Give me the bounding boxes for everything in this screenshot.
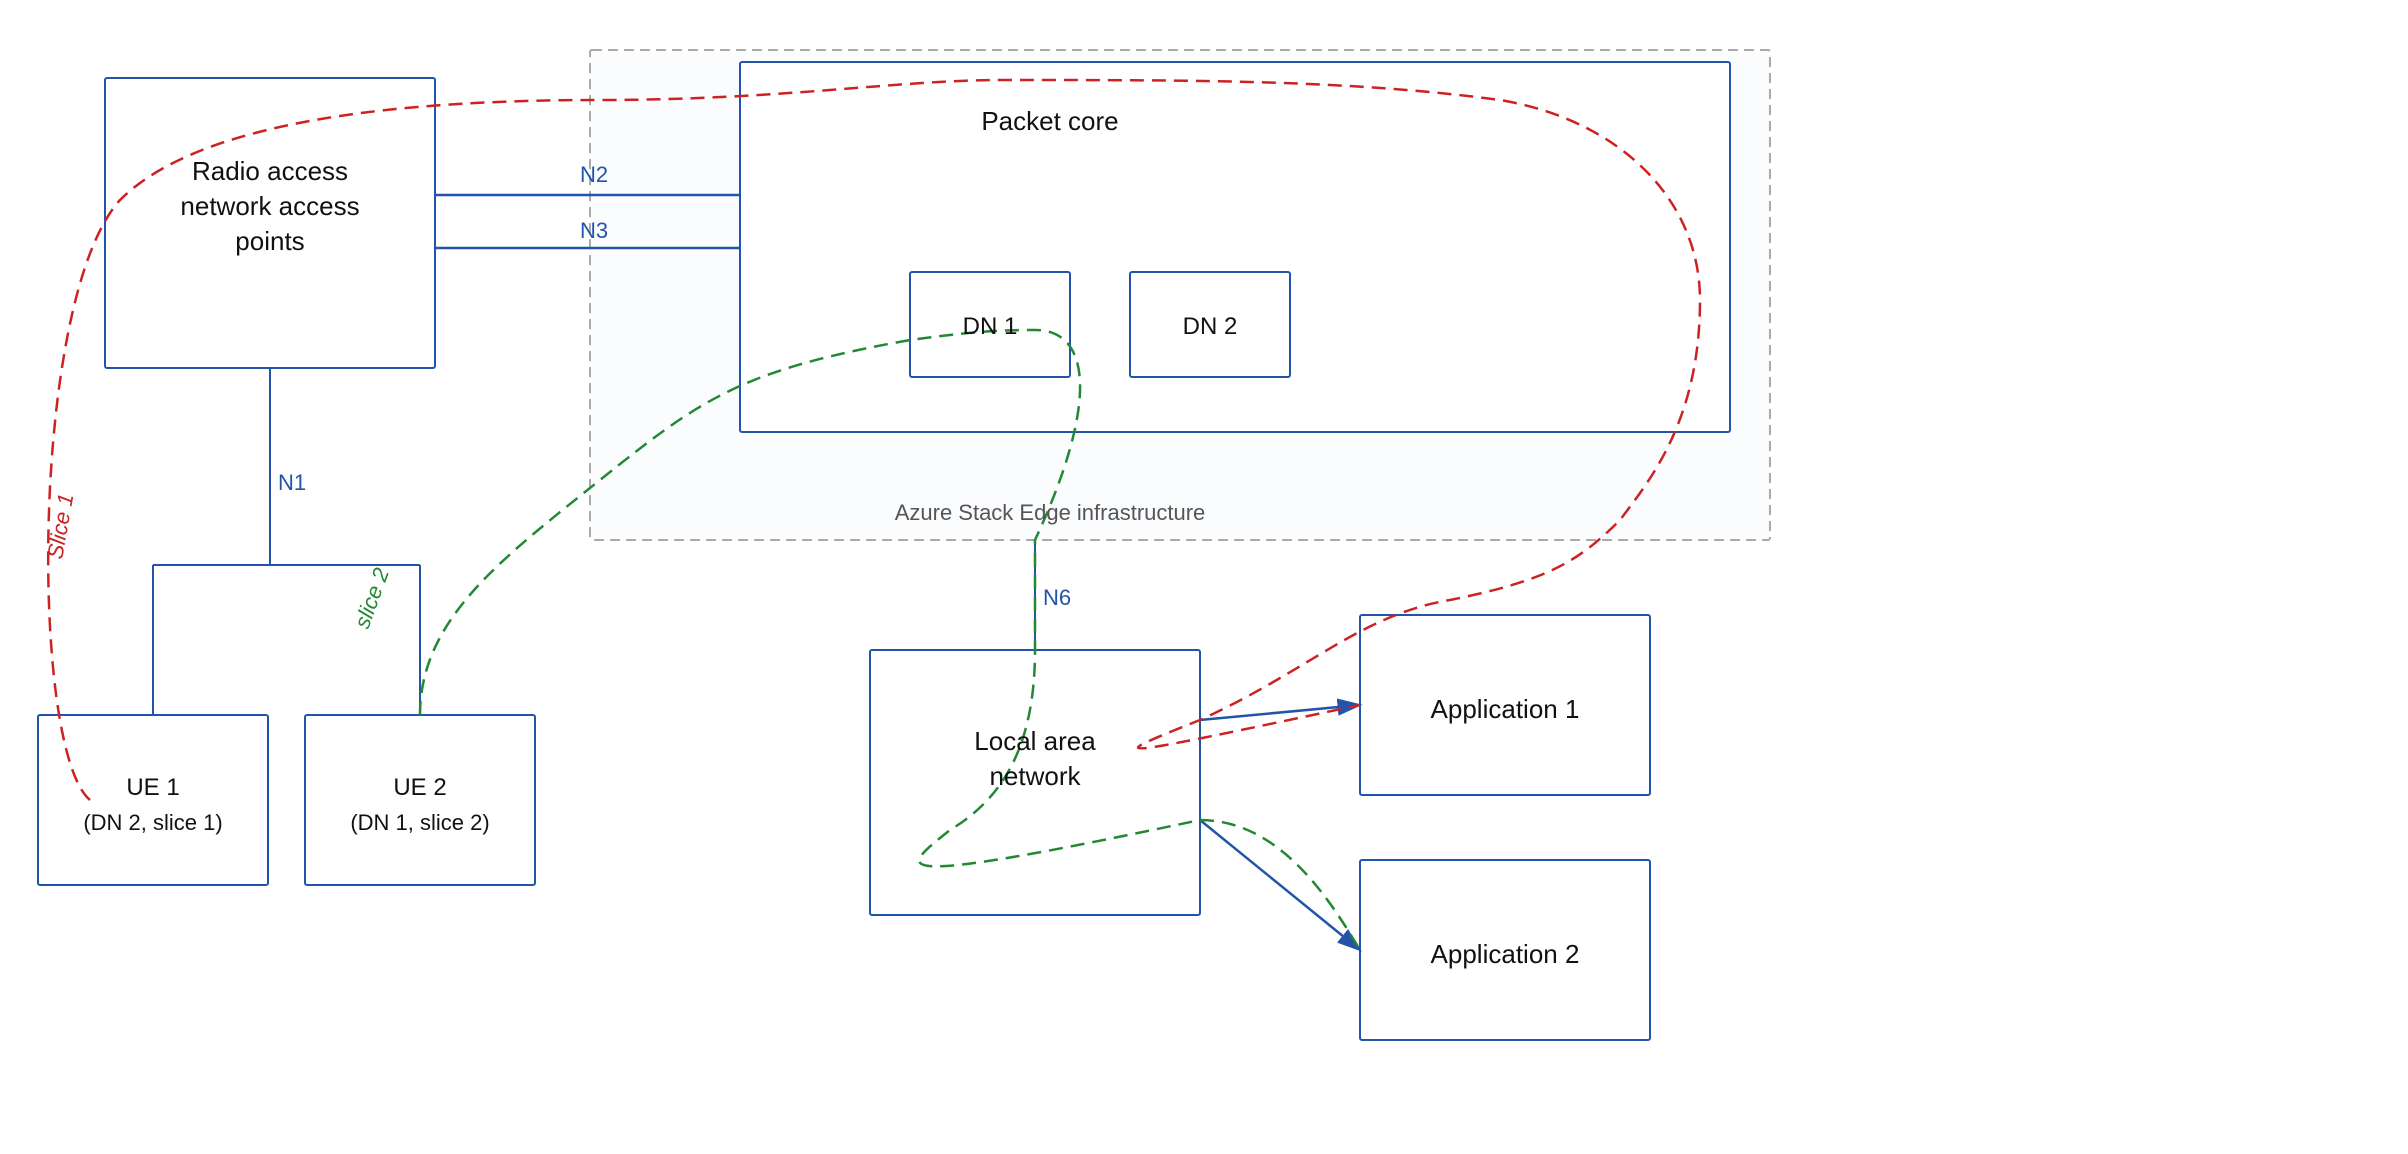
ran-label: Radio access [192, 156, 348, 186]
app2-label: Application 2 [1431, 939, 1580, 969]
slice1-label: Slice 1 [42, 491, 78, 560]
app1-label: Application 1 [1431, 694, 1580, 724]
packet-core-label: Packet core [981, 106, 1118, 136]
lan-label2: network [989, 761, 1081, 791]
ue2-sublabel: (DN 1, slice 2) [350, 810, 489, 835]
dn1-label: DN 1 [963, 313, 1018, 340]
azure-label: Azure Stack Edge infrastructure [895, 500, 1206, 525]
ran-label3: points [235, 226, 304, 256]
ran-label2: network access [180, 191, 359, 221]
n2-label: N2 [580, 162, 608, 187]
ue1-sublabel: (DN 2, slice 1) [83, 810, 222, 835]
n6-label: N6 [1043, 585, 1071, 610]
dn2-label: DN 2 [1183, 313, 1238, 340]
lan-label: Local area [974, 726, 1096, 756]
n1-label: N1 [278, 470, 306, 495]
n3-label: N3 [580, 218, 608, 243]
lan-to-app1-line [1200, 705, 1360, 720]
lan-to-app2-line [1200, 820, 1360, 950]
ue2-label: UE 2 [393, 774, 446, 801]
slice2-label: slice 2 [349, 565, 394, 632]
ran-box [105, 78, 435, 368]
ue1-label: UE 1 [126, 774, 179, 801]
